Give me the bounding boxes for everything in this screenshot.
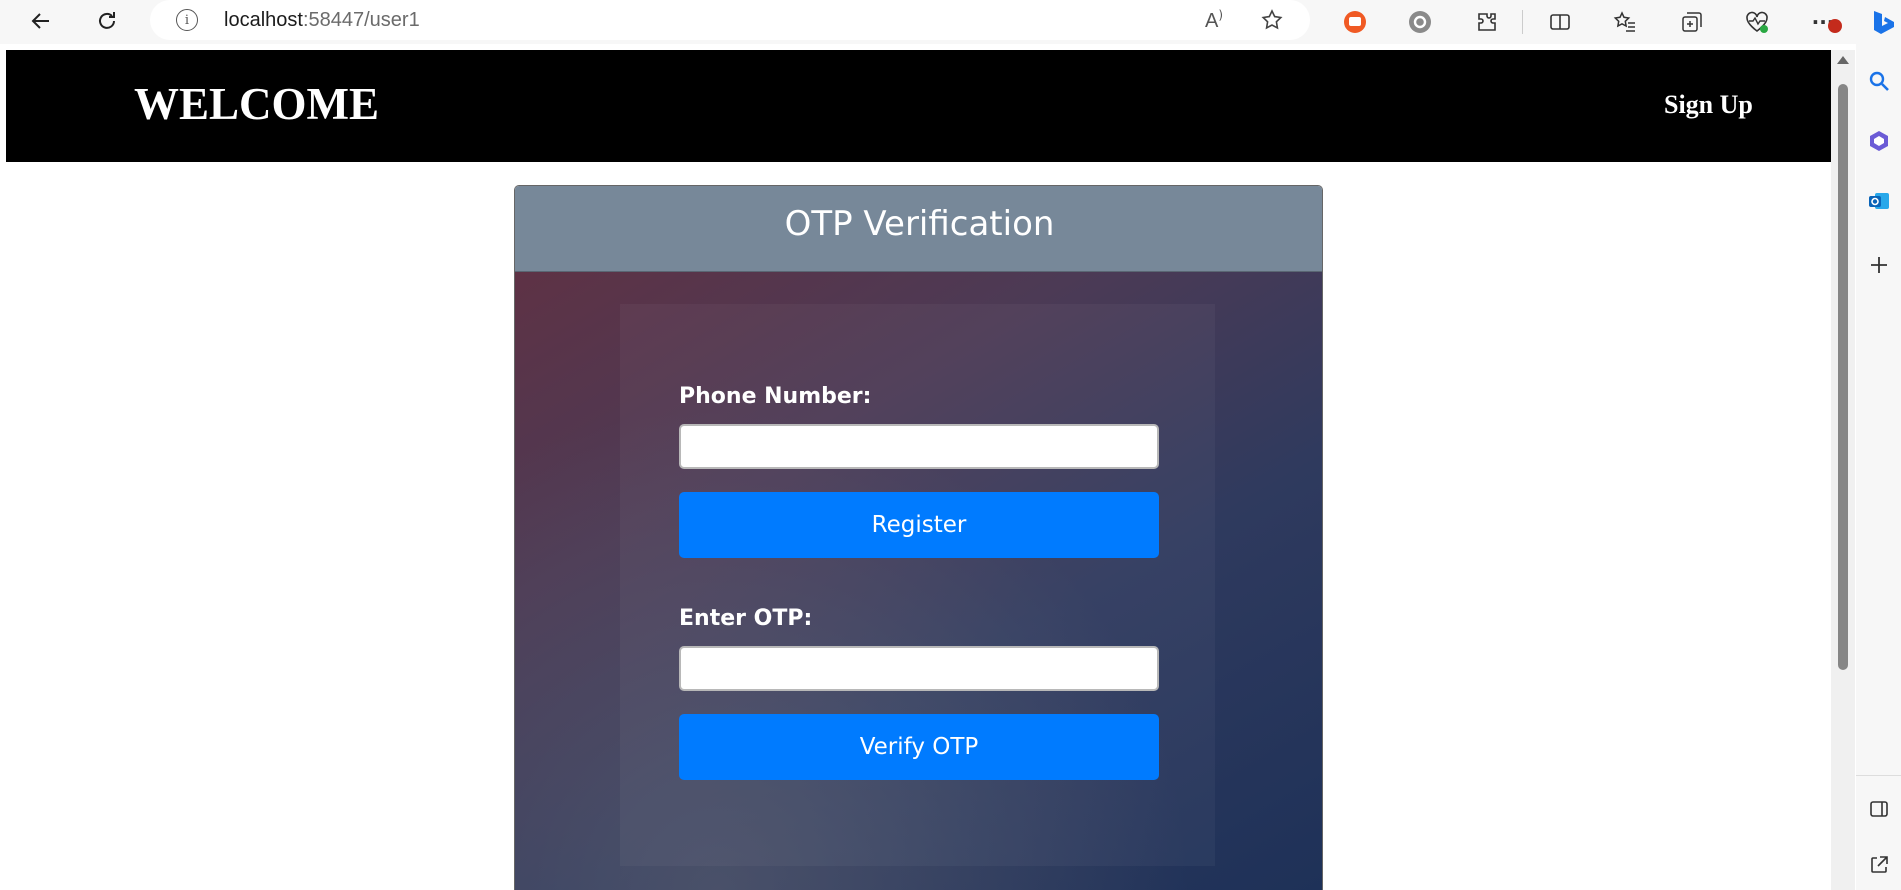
settings-gear-icon[interactable]	[1405, 7, 1435, 37]
update-badge-icon	[1828, 19, 1842, 33]
phone-number-input[interactable]	[679, 424, 1159, 469]
add-icon[interactable]	[1864, 250, 1894, 280]
site-header: WELCOME Sign Up	[6, 50, 1831, 162]
microsoft-365-icon[interactable]	[1864, 126, 1894, 156]
card-header: OTP Verification	[515, 186, 1322, 272]
register-button[interactable]: Register	[679, 492, 1159, 558]
otp-card: OTP Verification Phone Number: Register …	[514, 185, 1323, 890]
scroll-up-arrow-icon[interactable]	[1837, 56, 1849, 64]
refresh-icon[interactable]	[90, 6, 124, 36]
address-bar[interactable]: i localhost:58447/user1 A)	[150, 0, 1310, 40]
split-screen-icon[interactable]	[1545, 7, 1575, 37]
url-host: localhost	[224, 9, 303, 31]
url-text[interactable]: localhost:58447/user1	[224, 9, 420, 32]
extension-red-icon[interactable]	[1340, 7, 1370, 37]
sign-up-link[interactable]: Sign Up	[1664, 90, 1753, 120]
copilot-icon[interactable]	[1866, 7, 1896, 37]
read-aloud-glyph: A	[1205, 10, 1219, 32]
verify-otp-button[interactable]: Verify OTP	[679, 714, 1159, 780]
more-icon[interactable]: ···	[1808, 7, 1842, 37]
extensions-puzzle-icon[interactable]	[1472, 7, 1502, 37]
external-link-icon[interactable]	[1864, 850, 1894, 880]
scroll-thumb[interactable]	[1838, 84, 1848, 670]
outlook-icon[interactable]	[1864, 186, 1894, 216]
info-icon[interactable]: i	[176, 9, 198, 31]
edge-sidebar	[1856, 44, 1901, 890]
otp-input[interactable]	[679, 646, 1159, 691]
otp-form: Phone Number: Register Enter OTP: Verify…	[620, 304, 1215, 866]
search-icon[interactable]	[1864, 66, 1894, 96]
browser-toolbar: i localhost:58447/user1 A) ···	[0, 0, 1901, 44]
favorites-icon[interactable]	[1610, 7, 1640, 37]
card-title: OTP Verification	[784, 204, 1055, 244]
page-scrollbar[interactable]	[1831, 50, 1855, 890]
read-aloud-icon[interactable]: A)	[1205, 8, 1223, 33]
hide-sidebar-icon[interactable]	[1864, 794, 1894, 824]
welcome-title: WELCOME	[134, 79, 380, 129]
card-body: Phone Number: Register Enter OTP: Verify…	[515, 272, 1322, 890]
toolbar-divider	[1522, 10, 1523, 34]
enter-otp-label: Enter OTP:	[679, 606, 813, 631]
phone-number-label: Phone Number:	[679, 384, 872, 409]
sidebar-divider	[1856, 775, 1901, 776]
browser-essentials-icon[interactable]	[1742, 7, 1772, 37]
url-path: :58447/user1	[302, 9, 420, 31]
collections-icon[interactable]	[1677, 7, 1707, 37]
favorite-star-icon[interactable]	[1260, 8, 1284, 37]
back-icon[interactable]	[24, 6, 58, 36]
